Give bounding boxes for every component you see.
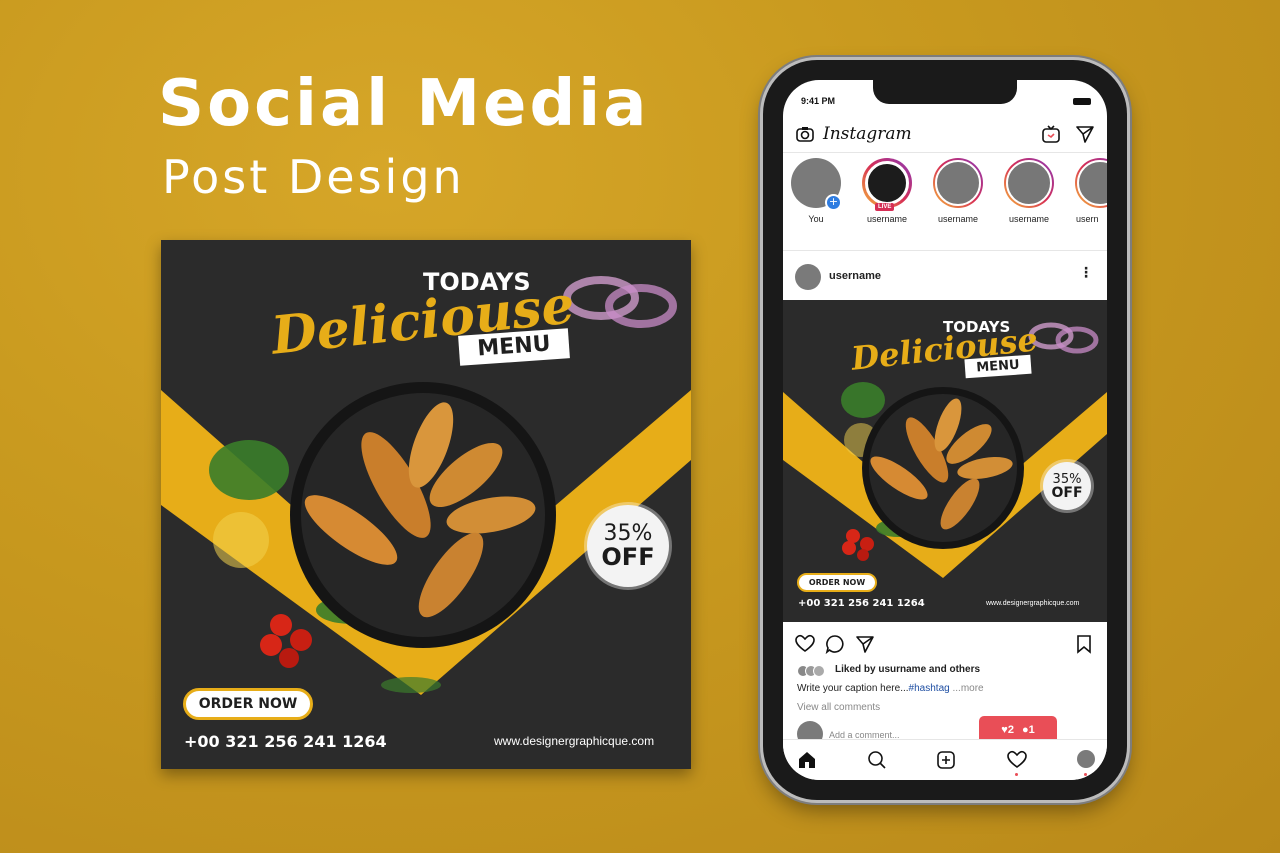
story-name: You bbox=[808, 214, 824, 224]
story-name: username bbox=[1008, 214, 1050, 224]
story-item[interactable]: + You bbox=[787, 158, 845, 224]
phone-mockup: 9:41 PM Instagram + You LIVE username us… bbox=[763, 60, 1127, 800]
search-icon[interactable] bbox=[867, 750, 887, 770]
liked-by-text[interactable]: Liked by usurname and others bbox=[835, 664, 980, 675]
add-icon[interactable] bbox=[936, 750, 956, 770]
avatar[interactable] bbox=[795, 264, 821, 290]
stories-row: + You LIVE username username username us… bbox=[783, 158, 1107, 251]
camera-icon[interactable] bbox=[795, 124, 815, 144]
caption-hashtag[interactable]: #hashtag bbox=[909, 683, 950, 694]
post-header: username ⋮ bbox=[783, 252, 1107, 300]
story-name: username bbox=[866, 214, 908, 224]
comment-icon[interactable] bbox=[825, 634, 845, 654]
profile-dot bbox=[1084, 773, 1087, 776]
notif-comments: ●1 bbox=[1021, 724, 1035, 736]
discount-label: OFF bbox=[1051, 484, 1083, 501]
add-story-icon[interactable]: + bbox=[825, 194, 842, 211]
discount-badge: 35% OFF bbox=[587, 505, 669, 587]
home-icon[interactable] bbox=[797, 750, 817, 770]
notif-likes: ♥2 bbox=[1001, 724, 1014, 736]
headline-title: Social Media bbox=[158, 67, 650, 141]
caption-more[interactable]: ...more bbox=[950, 683, 983, 694]
headline-subtitle: Post Design bbox=[162, 150, 465, 204]
post-phone: +00 321 256 241 1264 bbox=[798, 598, 925, 609]
send-icon[interactable] bbox=[1075, 124, 1095, 144]
post-website: www.designergraphicque.com bbox=[986, 600, 1080, 607]
share-icon[interactable] bbox=[855, 634, 875, 654]
story-item[interactable]: username bbox=[929, 158, 987, 224]
story-item[interactable]: username bbox=[1000, 158, 1058, 224]
activity-dot bbox=[1015, 773, 1018, 776]
notif-likes-count: 2 bbox=[1007, 724, 1014, 736]
live-badge: LIVE bbox=[875, 203, 895, 211]
phone-notch bbox=[873, 80, 1017, 104]
bottom-tab-bar bbox=[783, 739, 1107, 780]
story-name: usern bbox=[1076, 214, 1099, 224]
liker-avatars bbox=[797, 665, 825, 677]
view-all-comments[interactable]: View all comments bbox=[797, 702, 880, 713]
post-preview-small: TODAYS Deliciouse MENU 35% OFF ORDER NOW… bbox=[783, 300, 1107, 622]
bookmark-icon[interactable] bbox=[1075, 634, 1093, 654]
story-name: username bbox=[937, 214, 979, 224]
battery-icon bbox=[1073, 98, 1091, 105]
notif-comments-count: 1 bbox=[1028, 724, 1035, 736]
igtv-icon[interactable] bbox=[1041, 124, 1061, 144]
phone-screen: 9:41 PM Instagram + You LIVE username us… bbox=[783, 80, 1107, 780]
more-options-icon[interactable]: ⋮ bbox=[1079, 265, 1093, 281]
instagram-top-bar: Instagram bbox=[783, 116, 1107, 153]
order-now-button[interactable]: ORDER NOW bbox=[797, 573, 877, 592]
post-website: www.designergraphicque.com bbox=[494, 734, 655, 748]
status-time: 9:41 PM bbox=[801, 96, 836, 106]
activity-icon[interactable] bbox=[1007, 750, 1027, 770]
story-item[interactable]: usern bbox=[1071, 158, 1107, 224]
discount-percent: 35% bbox=[1052, 471, 1082, 487]
heart-icon[interactable] bbox=[795, 634, 815, 654]
caption: Write your caption here...#hashtag ...mo… bbox=[797, 683, 984, 694]
discount-label: OFF bbox=[601, 543, 655, 571]
profile-icon[interactable] bbox=[1077, 750, 1095, 768]
post-preview-large: TODAYS Deliciouse MENU 35% OFF ORDER NOW… bbox=[161, 240, 691, 769]
post-phone: +00 321 256 241 1264 bbox=[184, 732, 387, 751]
discount-badge: 35% OFF bbox=[1043, 462, 1091, 510]
app-name: Instagram bbox=[823, 124, 912, 144]
caption-text: Write your caption here... bbox=[797, 683, 909, 694]
post-username[interactable]: username bbox=[829, 270, 881, 282]
order-now-button[interactable]: ORDER NOW bbox=[183, 688, 313, 720]
story-item[interactable]: LIVE username bbox=[858, 158, 916, 224]
discount-percent: 35% bbox=[603, 521, 653, 546]
